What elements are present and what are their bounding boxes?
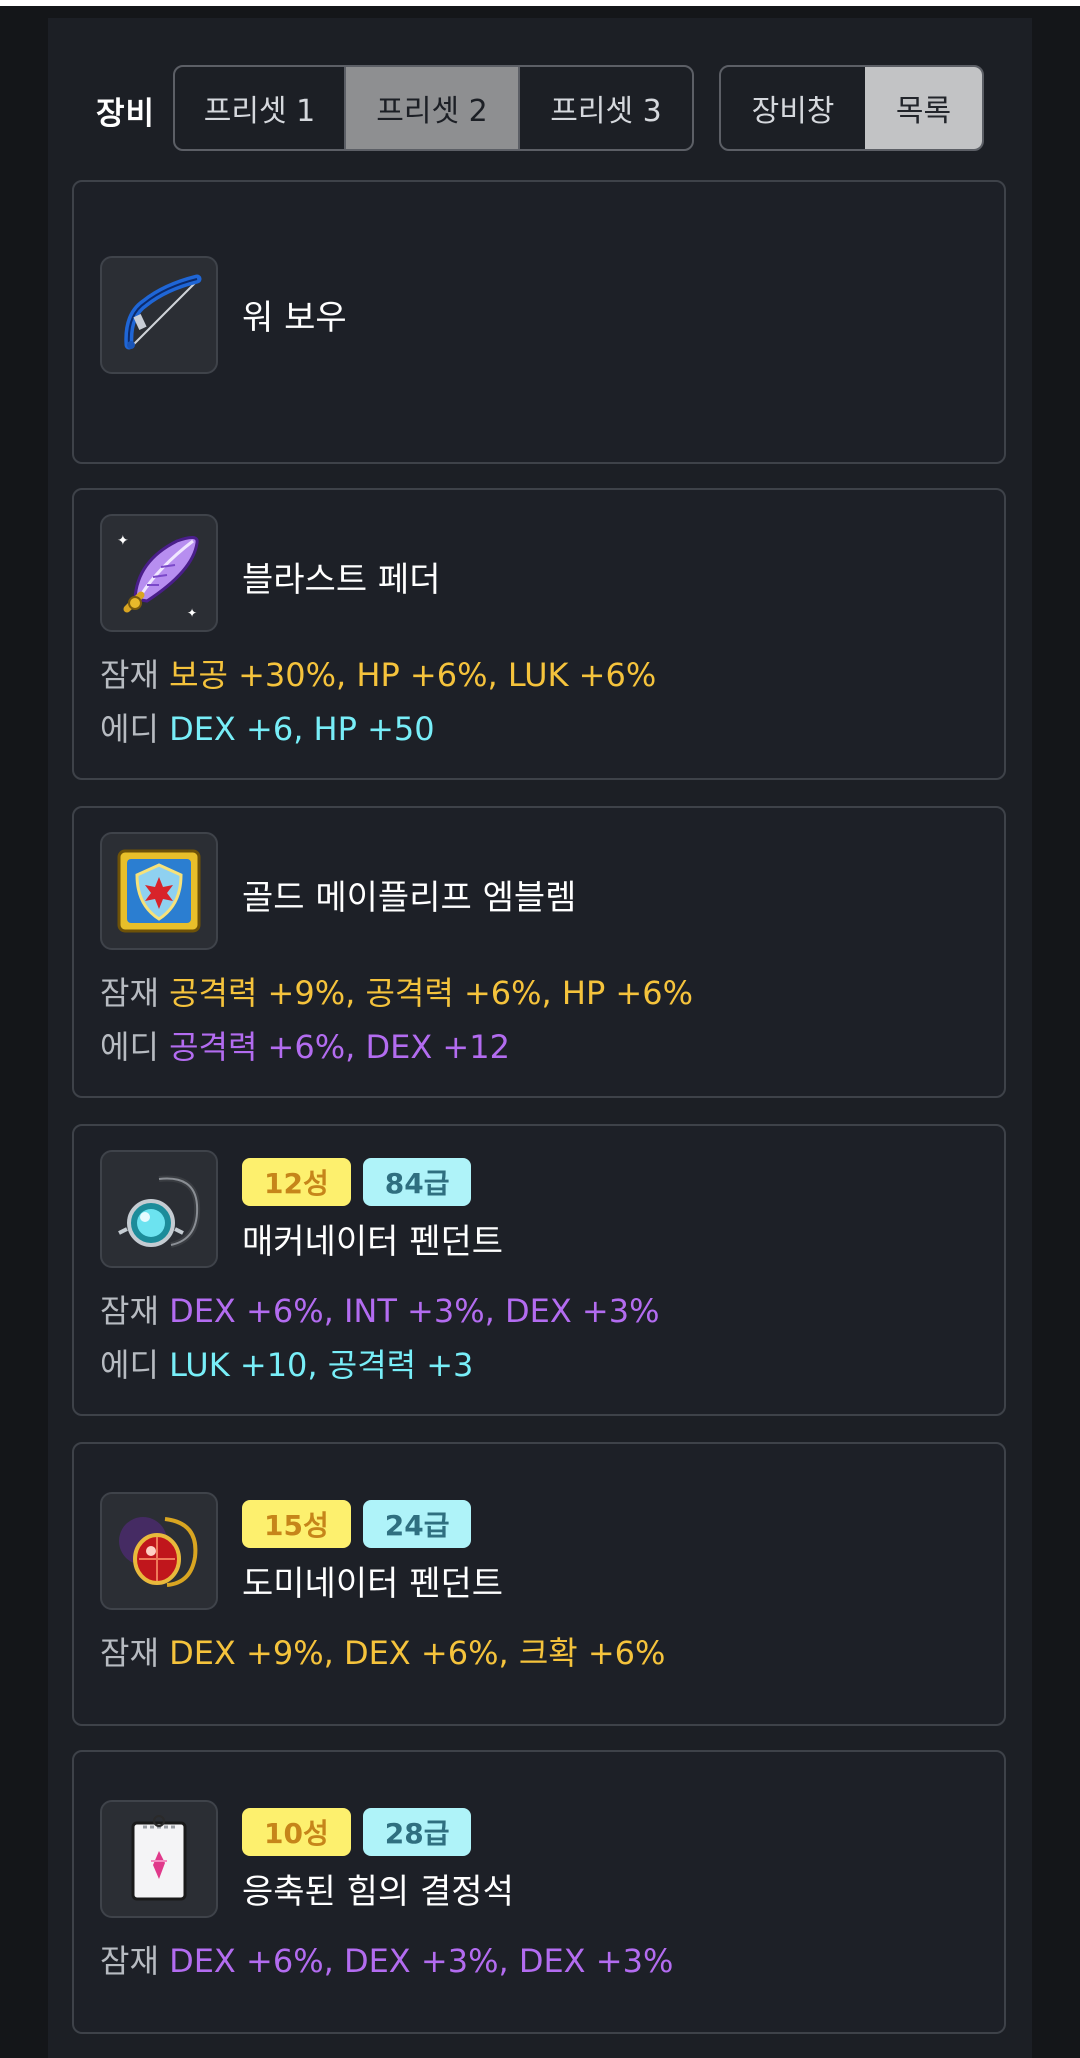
preset-2-button[interactable]: 프리셋 2	[344, 67, 518, 149]
equipment-title: 장비	[96, 96, 156, 132]
equipment-card-war-bow[interactable]: 워 보우	[72, 180, 1006, 464]
additional-line: 에디 공격력 +6%, DEX +12	[100, 1022, 510, 1068]
potential-line: 잠재 DEX +9%, DEX +6%, 크확 +6%	[100, 1628, 665, 1674]
potential-line: 잠재 보공 +30%, HP +6%, LUK +6%	[100, 650, 656, 696]
additional-label: 에디	[100, 1346, 159, 1384]
item-badges: 12성 84급	[242, 1158, 472, 1206]
potential-line: 잠재 DEX +6%, INT +3%, DEX +3%	[100, 1286, 659, 1332]
potential-values: DEX +9%, DEX +6%, 크확 +6%	[169, 1634, 666, 1672]
item-badges: 10성 28급	[242, 1808, 472, 1856]
svg-text:✦: ✦	[117, 533, 129, 549]
condensed-power-crystal-icon	[100, 1800, 218, 1918]
star-force-badge: 15성	[242, 1500, 351, 1548]
list-view-button[interactable]: 목록	[865, 67, 982, 149]
potential-label: 잠재	[100, 1634, 159, 1672]
potential-values: DEX +6%, INT +3%, DEX +3%	[169, 1292, 660, 1330]
grade-badge: 84급	[362, 1158, 472, 1206]
additional-label: 에디	[100, 710, 159, 748]
equipment-card-gold-mapleleaf-emblem[interactable]: 골드 메이플리프 엠블렘 잠재 공격력 +9%, 공격력 +6%, HP +6%…	[72, 806, 1006, 1098]
star-force-badge: 10성	[242, 1808, 351, 1856]
additional-values: LUK +10, 공격력 +3	[169, 1346, 474, 1384]
item-name: 응축된 힘의 결정석	[242, 1872, 514, 1912]
item-name: 골드 메이플리프 엠블렘	[242, 878, 577, 918]
grade-badge: 24급	[362, 1500, 472, 1548]
dominator-pendant-icon	[100, 1492, 218, 1610]
equipment-card-condensed-power-crystal[interactable]: 10성 28급 응축된 힘의 결정석 잠재 DEX +6%, DEX +3%, …	[72, 1750, 1006, 2034]
potential-label: 잠재	[100, 974, 159, 1012]
equipment-card-dominator-pendant[interactable]: 15성 24급 도미네이터 펜던트 잠재 DEX +9%, DEX +6%, 크…	[72, 1442, 1006, 1726]
equipment-header: 장비 프리셋 1 프리셋 2 프리셋 3 장비창 목록	[48, 18, 1032, 168]
view-selector: 장비창 목록	[719, 65, 984, 151]
potential-line: 잠재 DEX +6%, DEX +3%, DEX +3%	[100, 1936, 673, 1982]
additional-values: DEX +6, HP +50	[169, 710, 435, 748]
additional-values: 공격력 +6%, DEX +12	[169, 1028, 510, 1066]
additional-line: 에디 DEX +6, HP +50	[100, 704, 435, 750]
potential-values: 공격력 +9%, 공격력 +6%, HP +6%	[169, 974, 693, 1012]
potential-label: 잠재	[100, 656, 159, 694]
svg-text:✦: ✦	[187, 606, 197, 620]
grade-badge: 28급	[362, 1808, 472, 1856]
preset-1-button[interactable]: 프리셋 1	[175, 67, 344, 149]
additional-label: 에디	[100, 1028, 159, 1066]
item-name: 워 보우	[242, 298, 347, 338]
blast-feather-icon: ✦ ✦	[100, 514, 218, 632]
equipment-card-blast-feather[interactable]: ✦ ✦ 블라스트 페더 잠재 보공 +30%, HP +6%, LUK +6% …	[72, 488, 1006, 780]
mechanator-pendant-icon	[100, 1150, 218, 1268]
potential-label: 잠재	[100, 1292, 159, 1330]
potential-line: 잠재 공격력 +9%, 공격력 +6%, HP +6%	[100, 968, 693, 1014]
item-name: 매커네이터 펜던트	[242, 1222, 504, 1262]
war-bow-icon	[100, 256, 218, 374]
potential-label: 잠재	[100, 1942, 159, 1980]
equipment-panel: 장비 프리셋 1 프리셋 2 프리셋 3 장비창 목록 워 보우 ✦ ✦ 블라스…	[48, 18, 1032, 2058]
potential-values: DEX +6%, DEX +3%, DEX +3%	[169, 1942, 674, 1980]
top-border	[0, 0, 1080, 6]
star-force-badge: 12성	[242, 1158, 351, 1206]
item-badges: 15성 24급	[242, 1500, 472, 1548]
potential-values: 보공 +30%, HP +6%, LUK +6%	[169, 656, 657, 694]
additional-line: 에디 LUK +10, 공격력 +3	[100, 1340, 473, 1386]
equipment-card-mechanator-pendant[interactable]: 12성 84급 매커네이터 펜던트 잠재 DEX +6%, INT +3%, D…	[72, 1124, 1006, 1416]
gold-mapleleaf-emblem-icon	[100, 832, 218, 950]
item-name: 도미네이터 펜던트	[242, 1564, 504, 1604]
preset-3-button[interactable]: 프리셋 3	[518, 67, 692, 149]
item-name: 블라스트 페더	[242, 560, 441, 600]
equipment-window-button[interactable]: 장비창	[721, 67, 865, 149]
preset-selector: 프리셋 1 프리셋 2 프리셋 3	[173, 65, 694, 151]
